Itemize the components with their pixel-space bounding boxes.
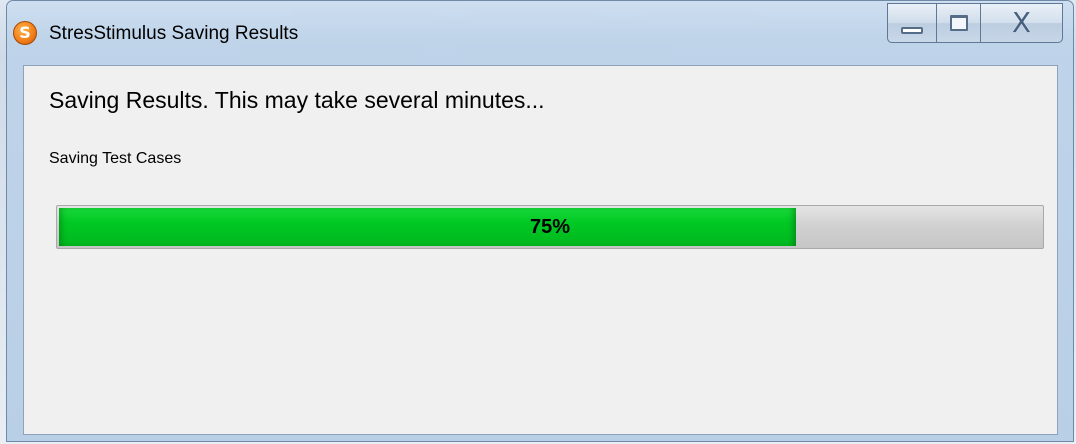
window-title: StresStimulus Saving Results (49, 23, 299, 44)
dialog-heading: Saving Results. This may take several mi… (49, 87, 545, 113)
close-button[interactable]: X (981, 3, 1063, 43)
close-icon: X (1011, 6, 1032, 39)
minimize-icon (901, 26, 923, 34)
stresstimulus-app-icon[interactable]: S (13, 21, 37, 45)
maximize-icon (949, 15, 968, 31)
minimize-button[interactable] (887, 3, 937, 43)
saving-results-window: S StresStimulus Saving Results X Saving … (6, 0, 1074, 442)
progress-percent-label: 75% (529, 215, 571, 238)
maximize-button[interactable] (937, 3, 981, 43)
title-bar[interactable]: S StresStimulus Saving Results X (7, 1, 1073, 63)
status-text: Saving Test Cases (49, 150, 182, 167)
dialog-content: Saving Results. This may take several mi… (23, 65, 1058, 435)
caption-buttons: X (887, 3, 1063, 43)
progress-bar: 75% (56, 205, 1044, 249)
